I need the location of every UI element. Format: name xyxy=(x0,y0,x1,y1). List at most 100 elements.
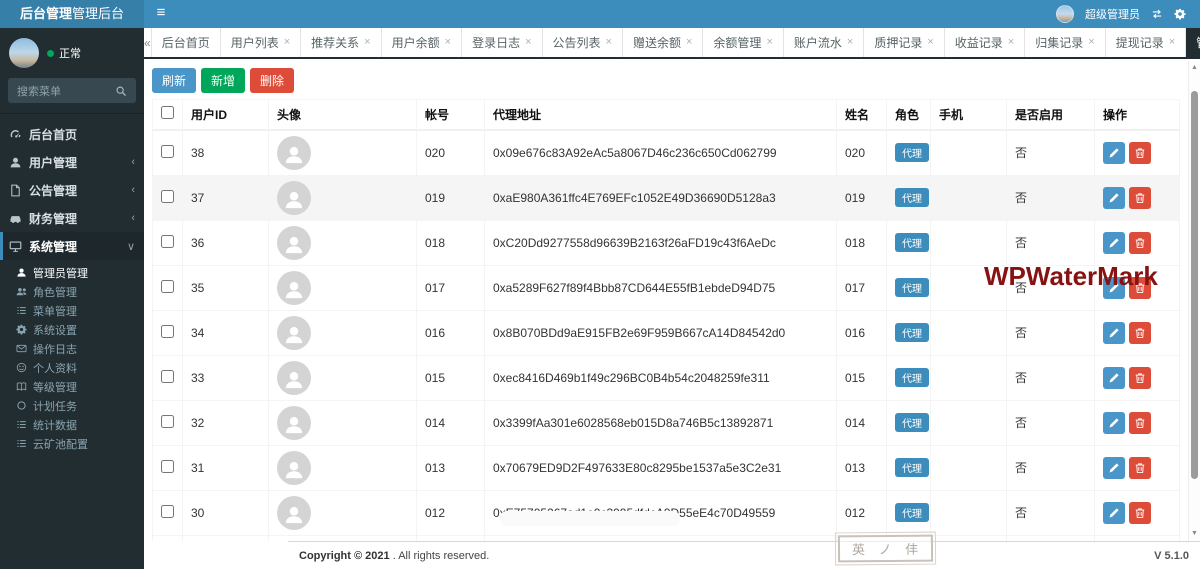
tab-close-icon[interactable]: × xyxy=(1008,37,1014,48)
select-all-checkbox[interactable] xyxy=(161,106,174,120)
pencil-icon xyxy=(1108,462,1120,474)
pencil-icon xyxy=(1108,147,1120,159)
sidebar-subitem[interactable]: 统计数据 xyxy=(0,415,144,434)
tab-close-icon[interactable]: × xyxy=(364,37,370,48)
tab-close-icon[interactable]: × xyxy=(1169,37,1175,48)
tab[interactable]: 归集记录 × xyxy=(1025,28,1106,57)
vertical-scrollbar[interactable]: ▲ ▼ xyxy=(1188,61,1200,541)
edit-button[interactable] xyxy=(1103,501,1125,524)
tab-close-icon[interactable]: × xyxy=(766,37,772,48)
delete-row-button[interactable] xyxy=(1129,411,1151,434)
sidebar-subitem[interactable]: 角色管理 xyxy=(0,282,144,301)
tab-close-icon[interactable]: × xyxy=(686,37,692,48)
row-checkbox[interactable] xyxy=(161,414,174,428)
row-checkbox[interactable] xyxy=(161,144,174,158)
avatar-cell xyxy=(268,489,417,536)
tab[interactable]: 后台首页 xyxy=(152,28,221,57)
tab[interactable]: 用户列表 × xyxy=(221,28,302,57)
exchange-icon[interactable] xyxy=(1151,8,1163,20)
tab[interactable]: 用户余额 × xyxy=(382,28,463,57)
enabled-cell: 否 xyxy=(1006,219,1095,266)
tab-close-icon[interactable]: × xyxy=(284,37,290,48)
tab[interactable]: 收益记录 × xyxy=(945,28,1026,57)
edit-button[interactable] xyxy=(1103,186,1125,209)
refresh-button[interactable]: 刷新 xyxy=(152,68,197,93)
sidebar-item[interactable]: 用户管理 ‹ xyxy=(0,148,144,176)
sidebar-subitem[interactable]: 云矿池配置 xyxy=(0,434,144,453)
add-button[interactable]: 新增 xyxy=(201,68,246,93)
delete-row-button[interactable] xyxy=(1129,366,1151,389)
tabs-scroll-left-icon[interactable]: « xyxy=(144,28,152,57)
hamburger-icon[interactable]: ≡ xyxy=(144,0,178,28)
row-checkbox[interactable] xyxy=(161,234,174,248)
search-icon[interactable] xyxy=(115,85,127,97)
scroll-up-icon[interactable]: ▲ xyxy=(1189,63,1200,73)
delete-row-button[interactable] xyxy=(1129,276,1151,299)
tab[interactable]: 登录日志 × xyxy=(462,28,543,57)
tab-close-icon[interactable]: × xyxy=(1088,37,1094,48)
edit-button[interactable] xyxy=(1103,231,1125,254)
tab[interactable]: 余额管理 × xyxy=(703,28,784,57)
sidebar-subitem[interactable]: 操作日志 xyxy=(0,339,144,358)
app-logo[interactable]: 后台管理管理后台 xyxy=(0,0,144,28)
sidebar-item[interactable]: 公告管理 ‹ xyxy=(0,176,144,204)
account-cell: 013 xyxy=(416,444,485,491)
edit-button[interactable] xyxy=(1103,276,1125,299)
delete-row-button[interactable] xyxy=(1129,186,1151,209)
edit-button[interactable] xyxy=(1103,411,1125,434)
sidebar-subitem[interactable]: 个人资料 xyxy=(0,358,144,377)
col-phone: 手机 xyxy=(930,99,1007,131)
edit-button[interactable] xyxy=(1103,321,1125,344)
account-cell: 018 xyxy=(416,219,485,266)
tab[interactable]: 赠送余额 × xyxy=(623,28,704,57)
sidebar-subitem[interactable]: 等级管理 xyxy=(0,377,144,396)
tab-close-icon[interactable]: × xyxy=(927,37,933,48)
sidebar-item[interactable]: 系统管理 ∨ xyxy=(0,232,144,260)
sidebar-subitem[interactable]: 管理员管理 xyxy=(0,263,144,282)
scrollbar-thumb[interactable] xyxy=(1191,91,1198,479)
gear-icon[interactable] xyxy=(1174,8,1186,20)
tab-close-icon[interactable]: × xyxy=(525,37,531,48)
delete-row-button[interactable] xyxy=(1129,231,1151,254)
edit-button[interactable] xyxy=(1103,141,1125,164)
edit-button[interactable] xyxy=(1103,456,1125,479)
enabled-cell: 否 xyxy=(1006,309,1095,356)
tab-close-icon[interactable]: × xyxy=(606,37,612,48)
delete-row-button[interactable] xyxy=(1129,321,1151,344)
tab[interactable]: 质押记录 × xyxy=(864,28,945,57)
sidebar-item[interactable]: 后台首页 xyxy=(0,120,144,148)
row-checkbox[interactable] xyxy=(161,459,174,473)
avatar-cell xyxy=(268,264,417,311)
row-checkbox[interactable] xyxy=(161,324,174,338)
horizontal-scrollbar-thumb[interactable] xyxy=(500,511,680,526)
tab-label: 余额管理 xyxy=(713,36,762,50)
table-header-row: 用户ID 头像 帐号 代理地址 姓名 角色 手机 是否启用 操作 xyxy=(152,99,1180,131)
sidebar-avatar[interactable] xyxy=(9,38,39,68)
tab-close-icon[interactable]: × xyxy=(847,37,853,48)
row-checkbox[interactable] xyxy=(161,189,174,203)
table-row: 36 018 0xC20Dd9277558d96639B2163f26aFD19c4… xyxy=(152,219,1180,266)
tab[interactable]: 管理员管理× xyxy=(1186,28,1200,57)
tab[interactable]: 公告列表 × xyxy=(543,28,623,57)
tab-close-icon[interactable]: × xyxy=(445,37,451,48)
row-checkbox[interactable] xyxy=(161,504,174,518)
search-input[interactable]: 搜索菜单 xyxy=(8,78,136,103)
tab[interactable]: 推荐关系 × xyxy=(301,28,382,57)
sidebar-subitem[interactable]: 计划任务 xyxy=(0,396,144,415)
user-name[interactable]: 超级管理员 xyxy=(1085,6,1140,22)
row-checkbox[interactable] xyxy=(161,369,174,383)
edit-button[interactable] xyxy=(1103,366,1125,389)
delete-row-button[interactable] xyxy=(1129,141,1151,164)
tab[interactable]: 提现记录 × xyxy=(1106,28,1187,57)
sidebar-subitem[interactable]: 系统设置 xyxy=(0,320,144,339)
delete-row-button[interactable] xyxy=(1129,501,1151,524)
row-checkbox[interactable] xyxy=(161,279,174,293)
delete-button[interactable]: 删除 xyxy=(250,68,295,93)
avatar-cell xyxy=(268,354,417,401)
user-avatar[interactable] xyxy=(1056,5,1074,23)
sidebar-subitem[interactable]: 菜单管理 xyxy=(0,301,144,320)
scroll-down-icon[interactable]: ▼ xyxy=(1189,529,1200,539)
sidebar-item[interactable]: 财务管理 ‹ xyxy=(0,204,144,232)
delete-row-button[interactable] xyxy=(1129,456,1151,479)
tab[interactable]: 账户流水 × xyxy=(784,28,865,57)
